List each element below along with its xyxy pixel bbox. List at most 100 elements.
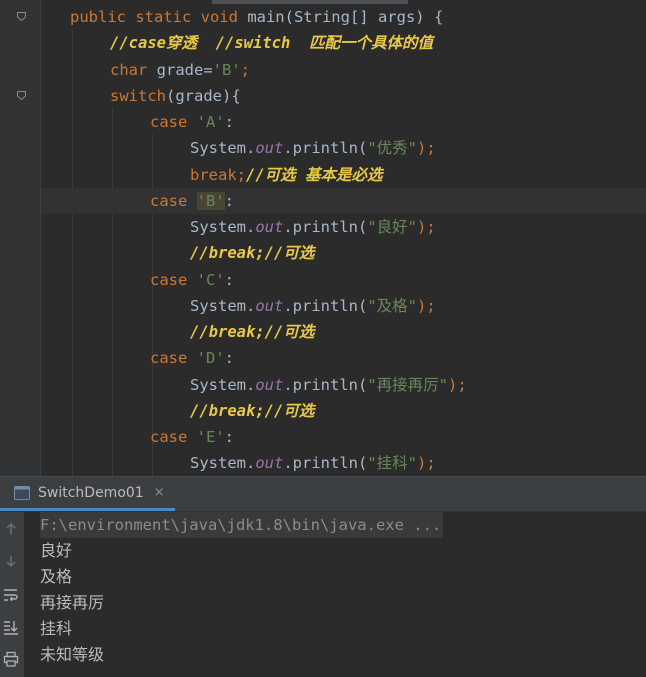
arrow-up-icon[interactable] <box>0 518 22 540</box>
code-keyword: case <box>150 113 197 131</box>
arrow-down-icon[interactable] <box>0 550 22 572</box>
code-keyword: public static void <box>70 8 248 26</box>
console-command-line[interactable]: F:\environment\java\jdk1.8\bin\java.exe … <box>40 512 444 538</box>
code-punct: ); <box>448 376 467 394</box>
code-line[interactable]: System.out.println("再接再厉"); <box>190 373 467 397</box>
code-field: out <box>255 454 284 472</box>
code-punct: ; <box>236 166 247 184</box>
code-string: 'E' <box>196 428 225 446</box>
code-keyword: case <box>150 192 197 210</box>
code-line[interactable]: case 'E': <box>150 425 234 449</box>
code-string: 'B' <box>212 61 241 79</box>
close-icon[interactable]: × <box>154 485 165 500</box>
code-line[interactable]: case 'A': <box>150 110 234 134</box>
console-line: 良好 <box>40 541 73 560</box>
code-line[interactable]: System.out.println("及格"); <box>190 294 436 318</box>
code-line[interactable]: System.out.println("优秀"); <box>190 136 436 160</box>
code-keyword: break <box>190 166 237 184</box>
code-line[interactable]: //break;//可选 <box>190 399 314 423</box>
code-text: .println( <box>283 297 368 315</box>
console-line: 挂科 <box>40 619 73 638</box>
code-text: : <box>224 428 235 446</box>
code-line[interactable]: //break;//可选 <box>190 241 314 265</box>
code-text: (grade){ <box>166 87 241 105</box>
code-text: .println( <box>283 376 368 394</box>
code-string: "挂科" <box>367 454 417 472</box>
code-field: out <box>255 218 284 236</box>
console-output[interactable]: F:\environment\java\jdk1.8\bin\java.exe … <box>40 512 444 668</box>
code-editor[interactable]: public static void main(String[] args) {… <box>0 0 646 476</box>
editor-gutter <box>0 0 41 476</box>
code-text: System. <box>190 139 256 157</box>
current-line-highlight <box>41 188 646 214</box>
run-panel: SwitchDemo01 × F:\environment\java\jdk1.… <box>0 476 646 677</box>
code-comment: //可选 基本是必选 <box>246 166 383 184</box>
code-keyword: case <box>150 271 197 289</box>
code-text: .println( <box>283 139 368 157</box>
run-tab[interactable]: SwitchDemo01 × <box>0 477 175 511</box>
code-punct: ); <box>417 218 436 236</box>
run-tab-label: SwitchDemo01 <box>38 484 144 501</box>
code-field: out <box>255 376 284 394</box>
code-text: grade= <box>156 61 213 79</box>
run-config-icon <box>14 485 30 500</box>
code-text: : <box>224 271 235 289</box>
code-punct: ); <box>417 454 436 472</box>
code-string: 'C' <box>196 271 225 289</box>
soft-wrap-icon[interactable] <box>0 584 22 606</box>
console-line: 未知等级 <box>40 645 105 664</box>
code-line[interactable]: case 'D': <box>150 346 234 370</box>
code-string: "良好" <box>367 218 417 236</box>
code-comment: //break;//可选 <box>190 323 315 341</box>
code-punct: ); <box>417 139 436 157</box>
run-toolbar <box>0 512 24 677</box>
code-text: .println( <box>283 218 368 236</box>
code-keyword: switch <box>110 87 166 105</box>
code-field: out <box>255 139 284 157</box>
console-line: 及格 <box>40 567 73 586</box>
code-string-highlighted: 'B' <box>196 192 225 210</box>
code-punct: ; <box>240 61 251 79</box>
code-string: "再接再厉" <box>367 376 448 394</box>
code-text: : <box>224 113 235 131</box>
code-text: System. <box>190 297 256 315</box>
code-line[interactable]: //case穿透 //switch 匹配一个具体的值 <box>110 31 433 55</box>
code-string: "优秀" <box>367 139 417 157</box>
code-comment: //break;//可选 <box>190 402 315 420</box>
print-icon[interactable] <box>0 648 22 670</box>
fold-marker-icon[interactable] <box>17 12 26 21</box>
code-comment: //case穿透 //switch 匹配一个具体的值 <box>110 34 433 52</box>
run-tab-bar: SwitchDemo01 × <box>0 477 646 512</box>
code-line[interactable]: System.out.println("良好"); <box>190 215 436 239</box>
code-field: out <box>255 297 284 315</box>
code-keyword: char <box>110 61 157 79</box>
code-keyword: case <box>150 428 197 446</box>
code-keyword: case <box>150 349 197 367</box>
scroll-to-end-icon[interactable] <box>0 616 22 638</box>
code-text: .println( <box>283 454 368 472</box>
code-text: System. <box>190 454 256 472</box>
code-comment: //break;//可选 <box>190 244 315 262</box>
code-string: 'A' <box>196 113 225 131</box>
code-line[interactable]: System.out.println("挂科"); <box>190 451 436 475</box>
indent-guide <box>112 108 113 476</box>
code-line[interactable]: public static void main(String[] args) { <box>70 5 443 29</box>
code-line[interactable]: //break;//可选 <box>190 320 314 344</box>
code-line[interactable]: case 'B': <box>150 189 234 213</box>
code-line[interactable]: case 'C': <box>150 268 234 292</box>
code-line[interactable]: switch(grade){ <box>110 84 241 108</box>
code-punct: ); <box>417 297 436 315</box>
code-line[interactable]: break;//可选 基本是必选 <box>190 163 383 187</box>
code-text: main(String[] args) { <box>247 8 444 26</box>
horizontal-scrollbar[interactable] <box>212 0 408 4</box>
code-string: "及格" <box>367 297 417 315</box>
code-text: : <box>224 192 235 210</box>
fold-marker-icon[interactable] <box>17 91 26 100</box>
code-string: 'D' <box>196 349 225 367</box>
console-line: 再接再厉 <box>40 593 105 612</box>
code-text: : <box>224 349 235 367</box>
code-text: System. <box>190 218 256 236</box>
indent-guide <box>72 30 73 476</box>
code-line[interactable]: char grade='B'; <box>110 58 250 82</box>
code-text: System. <box>190 376 256 394</box>
